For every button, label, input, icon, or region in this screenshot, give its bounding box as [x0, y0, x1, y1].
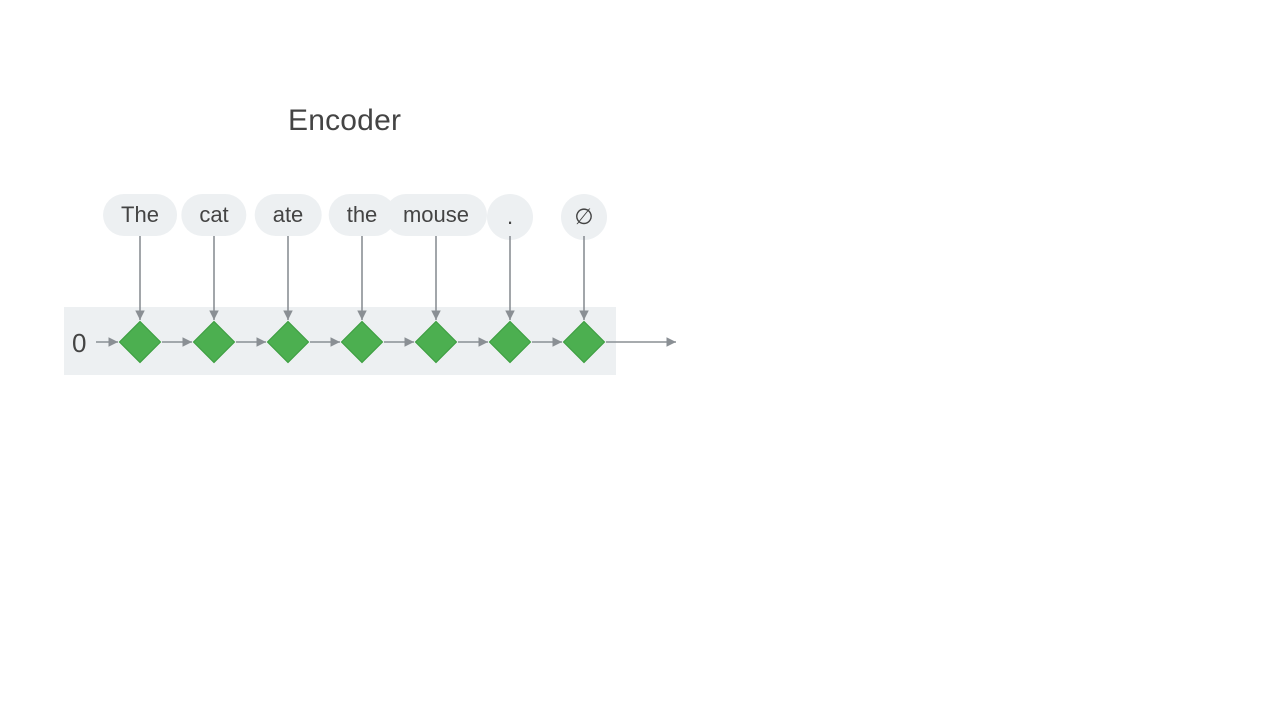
token-pill: .: [487, 194, 533, 240]
token-pill: ∅: [561, 194, 607, 240]
token-pill: mouse: [385, 194, 487, 236]
encoder-diagram: Encoder 0 Thecatatethemouse.∅: [0, 0, 1280, 720]
initial-state-label: 0: [72, 328, 86, 359]
token-pill: cat: [181, 194, 246, 236]
token-pill: The: [103, 194, 177, 236]
diagram-title: Encoder: [288, 104, 401, 138]
token-pill: ate: [255, 194, 322, 236]
